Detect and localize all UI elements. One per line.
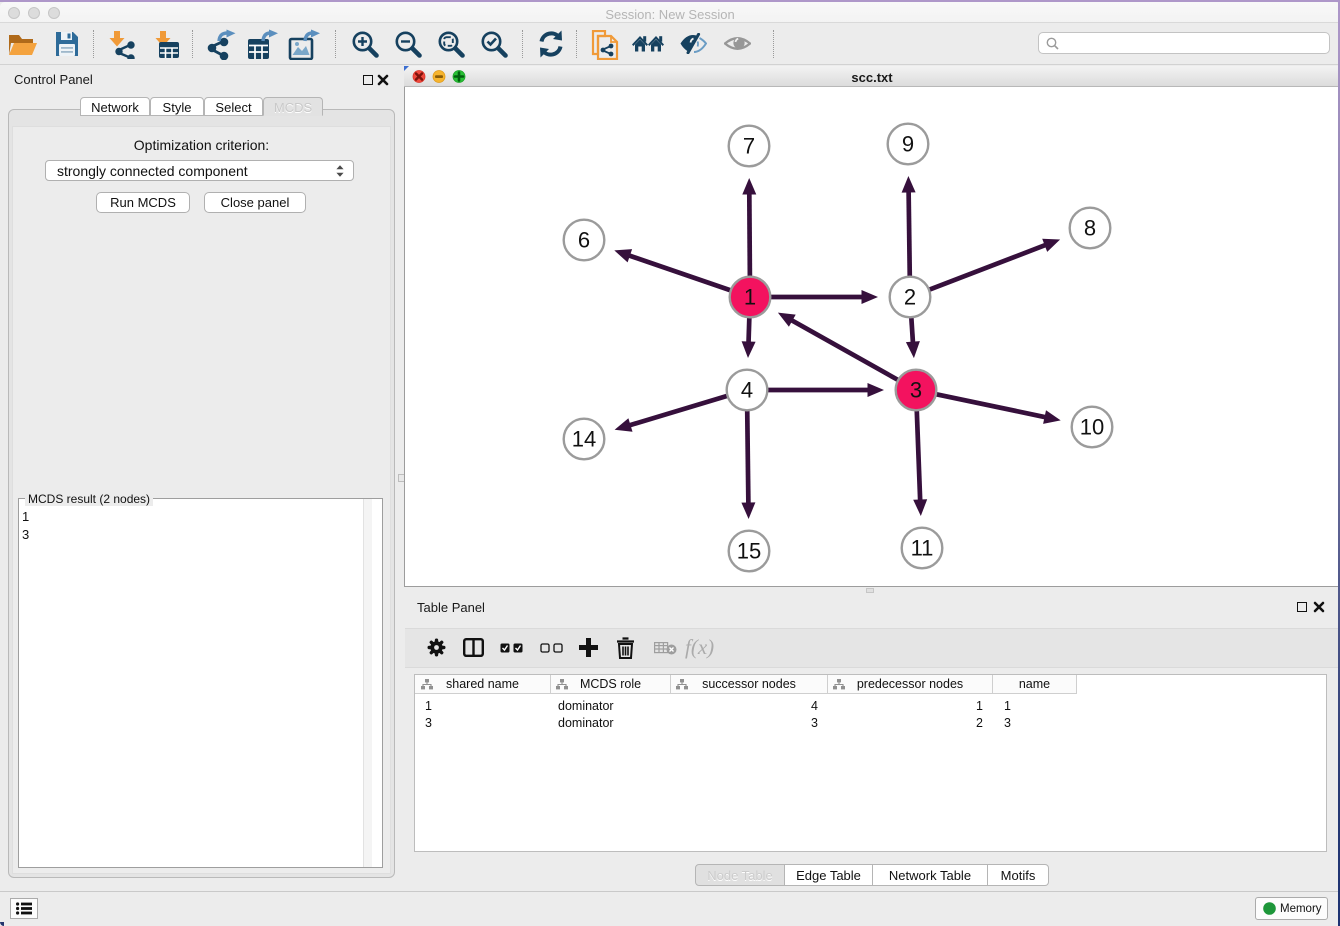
svg-text:2: 2 bbox=[904, 285, 916, 310]
svg-text:3: 3 bbox=[910, 378, 922, 403]
svg-text:1: 1 bbox=[744, 285, 756, 310]
svg-text:6: 6 bbox=[578, 228, 590, 253]
svg-text:15: 15 bbox=[737, 539, 761, 564]
svg-text:7: 7 bbox=[743, 134, 755, 159]
svg-text:4: 4 bbox=[741, 378, 753, 403]
svg-text:8: 8 bbox=[1084, 216, 1096, 241]
svg-text:14: 14 bbox=[572, 427, 596, 452]
svg-text:10: 10 bbox=[1080, 415, 1104, 440]
svg-text:11: 11 bbox=[911, 536, 934, 561]
svg-text:9: 9 bbox=[902, 132, 914, 157]
